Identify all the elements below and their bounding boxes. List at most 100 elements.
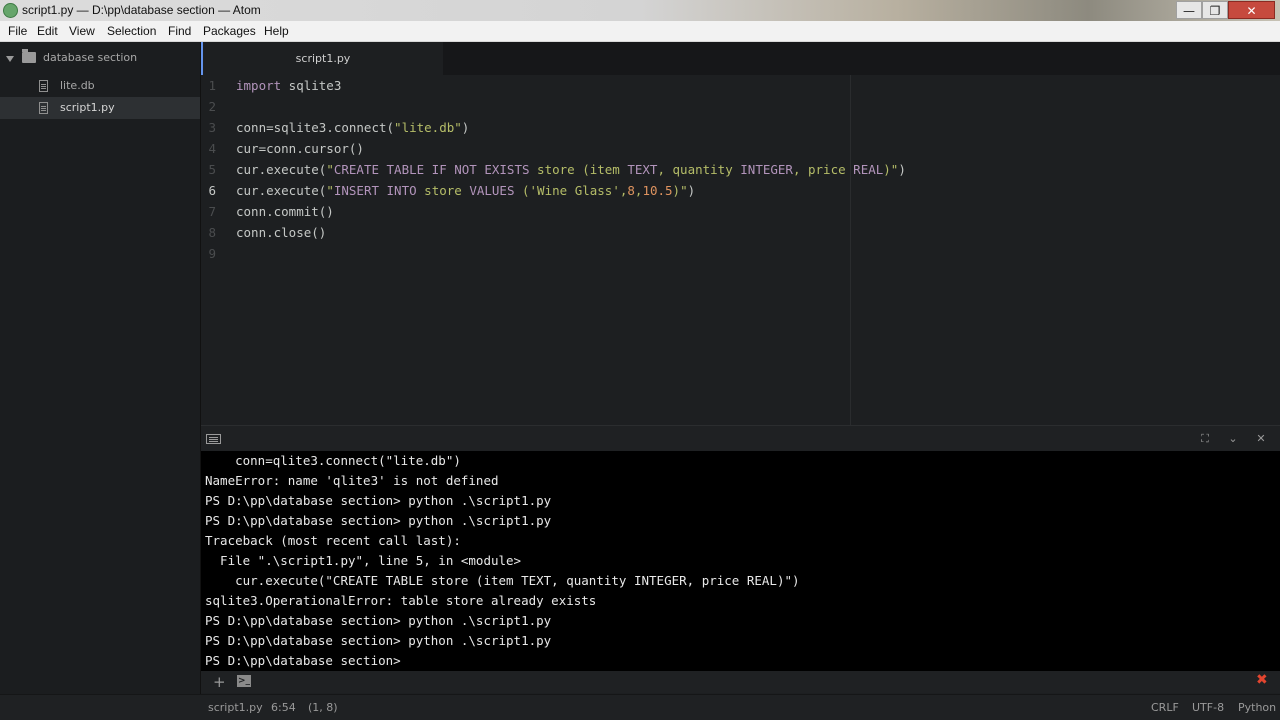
code-token: " <box>326 162 334 177</box>
line-number: 3 <box>208 120 216 135</box>
menu-view[interactable]: View <box>69 24 95 38</box>
status-encoding[interactable]: UTF-8 <box>1192 701 1224 714</box>
line-number: 6 <box>208 183 216 198</box>
tree-root-folder[interactable]: database section <box>0 48 200 70</box>
code-line[interactable]: 7 conn.commit() <box>201 201 1280 222</box>
code-token: 8 <box>627 183 635 198</box>
tab-script1-py[interactable]: script1.py <box>201 42 443 75</box>
code-token: sqlite3 <box>281 78 342 93</box>
close-panel-icon[interactable]: ✕ <box>1254 432 1268 446</box>
line-number: 2 <box>208 99 216 114</box>
code-line[interactable]: 8 conn.close() <box>201 222 1280 243</box>
code-token: CREATE TABLE IF NOT EXISTS <box>333 162 530 177</box>
code-token: ) <box>687 183 696 198</box>
terminal-line: conn=qlite3.connect("lite.db") <box>205 453 461 468</box>
terminal-line: NameError: name 'qlite3' is not defined <box>205 473 499 488</box>
code-token: , price <box>792 162 854 177</box>
maximize-button[interactable]: ❐ <box>1202 1 1228 19</box>
code-line[interactable]: 1 import sqlite3 <box>201 75 1280 96</box>
file-icon <box>39 80 48 92</box>
tree-view: database section lite.db script1.py <box>0 42 201 694</box>
code-text: conn.commit() <box>236 204 334 219</box>
folder-icon <box>22 49 36 63</box>
code-line[interactable]: 4 cur=conn.cursor() <box>201 138 1280 159</box>
atom-app-icon <box>3 3 18 18</box>
code-token: ) <box>461 120 470 135</box>
line-number: 4 <box>208 141 216 156</box>
terminal-line: cur.execute("CREATE TABLE store (item TE… <box>205 573 800 588</box>
tree-item-label: script1.py <box>60 101 115 114</box>
chevron-down-icon[interactable] <box>6 56 14 62</box>
code-token: cur=conn.cursor() <box>236 141 364 156</box>
code-line[interactable]: 2 <box>201 96 1280 117</box>
code-token: store (item <box>529 162 628 177</box>
code-token: INSERT INTO <box>333 183 417 198</box>
code-token: ('Wine Glass', <box>514 183 628 198</box>
code-token: cur.execute( <box>236 183 327 198</box>
terminal-line: File ".\script1.py", line 5, in <module> <box>205 553 522 568</box>
code-text: cur.execute("CREATE TABLE IF NOT EXISTS … <box>236 162 906 177</box>
terminal-line: PS D:\pp\database section> python .\scri… <box>205 513 552 528</box>
terminal-icon[interactable]: >_ <box>237 675 251 687</box>
maximize-panel-icon[interactable]: ⛶ <box>1198 432 1212 446</box>
menu-selection[interactable]: Selection <box>107 24 156 38</box>
add-terminal-icon[interactable]: + <box>213 673 226 691</box>
code-token: conn.commit() <box>236 204 334 219</box>
tree-item-script1-py[interactable]: script1.py <box>0 97 200 119</box>
code-token: , quantity <box>657 162 741 177</box>
line-number: 7 <box>208 204 216 219</box>
code-line[interactable]: 3 conn=sqlite3.connect("lite.db") <box>201 117 1280 138</box>
file-icon <box>39 102 48 114</box>
terminal-prompt[interactable]: PS D:\pp\database section> <box>205 653 408 668</box>
terminal-output[interactable]: conn=qlite3.connect("lite.db") NameError… <box>201 451 1280 671</box>
code-token: 10.5 <box>642 183 673 198</box>
terminal-line: PS D:\pp\database section> python .\scri… <box>205 633 552 648</box>
menu-find[interactable]: Find <box>168 24 191 38</box>
code-text: import sqlite3 <box>236 78 341 93</box>
terminal-footer: + >_ ✖ <box>201 671 1280 693</box>
code-line[interactable]: 6 cur.execute("INSERT INTO store VALUES (… <box>201 180 1280 201</box>
code-text: conn=sqlite3.connect("lite.db") <box>236 120 469 135</box>
code-token: INTEGER <box>740 162 793 177</box>
status-line-ending[interactable]: CRLF <box>1151 701 1179 714</box>
code-line[interactable]: 5 cur.execute("CREATE TABLE IF NOT EXISTS… <box>201 159 1280 180</box>
code-token: cur.execute( <box>236 162 327 177</box>
code-token: "lite.db" <box>394 120 462 135</box>
hide-panel-icon[interactable]: ⌄ <box>1226 432 1240 446</box>
tree-item-lite-db[interactable]: lite.db <box>0 75 200 97</box>
status-cursor-position[interactable]: 6:54 <box>271 701 296 714</box>
menu-edit[interactable]: Edit <box>37 24 58 38</box>
tree-root-label: database section <box>43 51 138 64</box>
code-editor[interactable]: 1 import sqlite3 2 3 conn=sqlite3.connect("l… <box>201 75 1280 425</box>
title-bar: script1.py — D:\pp\database section — At… <box>0 0 1280 21</box>
code-token: )" <box>672 183 688 198</box>
terminal-line: PS D:\pp\database section> python .\scri… <box>205 613 552 628</box>
list-icon[interactable] <box>206 434 221 444</box>
menu-file[interactable]: File <box>8 24 27 38</box>
status-bar: script1.py 6:54 (1, 8) CRLF UTF-8 Python <box>0 694 1280 720</box>
status-file-name[interactable]: script1.py <box>208 701 263 714</box>
terminal-panel-header: ⛶ ⌄ ✕ <box>201 425 1280 451</box>
menu-packages[interactable]: Packages <box>203 24 256 38</box>
code-text: cur=conn.cursor() <box>236 141 364 156</box>
line-number: 9 <box>208 246 216 261</box>
close-window-button[interactable]: ✕ <box>1228 1 1275 19</box>
menu-help[interactable]: Help <box>264 24 289 38</box>
code-token: import <box>236 78 282 93</box>
line-number: 8 <box>208 225 216 240</box>
status-grammar[interactable]: Python <box>1238 701 1276 714</box>
code-token: )" <box>883 162 899 177</box>
code-token: REAL <box>853 162 884 177</box>
line-number: 5 <box>208 162 216 177</box>
code-token: " <box>326 183 334 198</box>
code-text: cur.execute("INSERT INTO store VALUES ('… <box>236 183 695 198</box>
minimize-button[interactable]: — <box>1176 1 1202 19</box>
code-token: TEXT <box>627 162 658 177</box>
error-icon[interactable]: ✖ <box>1256 672 1268 688</box>
status-selection-count[interactable]: (1, 8) <box>308 701 338 714</box>
code-token: ) <box>898 162 906 177</box>
tab-bar: script1.py <box>201 42 1280 75</box>
code-token: conn=sqlite3.connect( <box>236 120 395 135</box>
tab-label: script1.py <box>295 52 351 65</box>
code-line[interactable]: 9 <box>201 243 1280 264</box>
